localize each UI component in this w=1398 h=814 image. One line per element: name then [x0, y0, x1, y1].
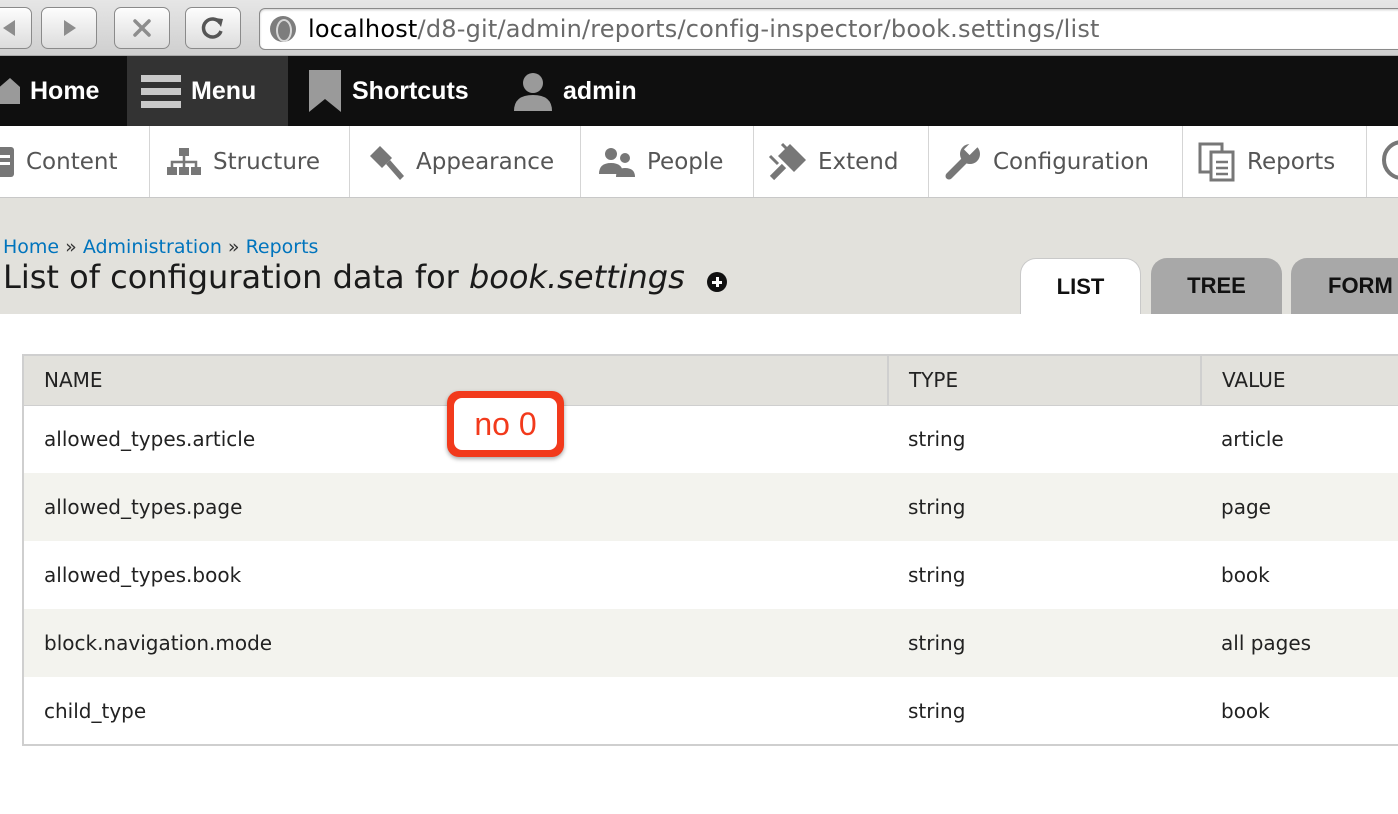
- tray-item-people[interactable]: People: [581, 126, 754, 197]
- home-icon: [0, 78, 20, 104]
- toolbar-shortcuts-label: Shortcuts: [352, 76, 469, 105]
- reports-icon: [1198, 142, 1235, 181]
- page-title: List of configuration data for book.sett…: [3, 258, 685, 296]
- table-row: allowed_types.article string article: [23, 405, 1398, 473]
- cell-value: page: [1201, 473, 1398, 541]
- help-icon[interactable]: [1382, 140, 1398, 180]
- paintbrush-icon: [370, 145, 404, 180]
- cell-name: allowed_types.page: [23, 473, 888, 541]
- cell-type: string: [908, 427, 966, 452]
- tray-item-structure[interactable]: Structure: [150, 126, 350, 197]
- hamburger-icon: [141, 75, 181, 108]
- stop-button[interactable]: [114, 7, 170, 49]
- cell-value: article: [1221, 427, 1284, 452]
- annotation-text: no 0: [454, 398, 557, 450]
- page-title-prefix: List of configuration data for: [3, 258, 469, 296]
- tray-item-extend[interactable]: Extend: [754, 126, 929, 197]
- url-text: localhost/d8-git/admin/reports/config-in…: [308, 15, 1100, 43]
- reload-icon: [201, 17, 223, 39]
- tray-item-label: People: [647, 148, 724, 175]
- cell-name: block.navigation.mode: [23, 609, 888, 677]
- table-row: child_type string book: [23, 677, 1398, 745]
- cell-name: allowed_types.book: [44, 563, 242, 587]
- url-host: localhost: [308, 15, 418, 43]
- tray-item-content[interactable]: Content: [0, 126, 150, 197]
- tab-label: LIST: [1056, 273, 1105, 299]
- cell-value: book: [1221, 698, 1270, 723]
- tab-list[interactable]: LIST: [1020, 258, 1141, 314]
- tray-item-configuration[interactable]: Configuration: [929, 126, 1183, 197]
- breadcrumb: Home » Administration » Reports: [3, 236, 318, 258]
- breadcrumb-reports[interactable]: Reports: [246, 236, 319, 258]
- table-row: allowed_types.book string book: [23, 541, 1398, 609]
- toolbar-home[interactable]: Home: [0, 56, 120, 126]
- cell-type: string: [908, 698, 966, 723]
- table-header-row: NAME TYPE VALUE: [23, 355, 1398, 406]
- tab-label: FORM: [1328, 273, 1393, 298]
- address-bar[interactable]: localhost/d8-git/admin/reports/config-in…: [259, 8, 1398, 50]
- bookmark-icon: [309, 70, 341, 112]
- breadcrumb-separator: »: [65, 236, 77, 258]
- admin-toolbar: Home Menu Shortcuts admin: [0, 56, 1398, 126]
- people-icon: [599, 147, 635, 177]
- toolbar-shortcuts[interactable]: Shortcuts: [302, 56, 492, 126]
- table-row: block.navigation.mode string all pages: [23, 609, 1398, 677]
- admin-menu-tray: Content Structure Appearance People Exte…: [0, 126, 1398, 198]
- cell-value: book: [1221, 563, 1270, 587]
- cell-type: string: [888, 609, 1201, 677]
- tray-item-appearance[interactable]: Appearance: [350, 126, 581, 197]
- back-button[interactable]: [0, 7, 32, 49]
- tray-item-label: Configuration: [993, 148, 1149, 175]
- tray-item-reports[interactable]: Reports: [1183, 126, 1367, 197]
- tray-item-label: Extend: [818, 148, 899, 175]
- user-icon: [514, 73, 552, 111]
- cell-name: child_type: [44, 698, 147, 723]
- tab-form[interactable]: FORM: [1291, 258, 1398, 314]
- breadcrumb-administration[interactable]: Administration: [83, 236, 222, 258]
- document-icon: [0, 146, 14, 177]
- column-header-value[interactable]: VALUE: [1201, 355, 1398, 406]
- tray-item-label: Content: [26, 148, 118, 175]
- column-header-type[interactable]: TYPE: [888, 355, 1202, 406]
- cell-value: all pages: [1201, 609, 1398, 677]
- tab-label: TREE: [1187, 273, 1246, 298]
- toolbar-home-label: Home: [30, 76, 100, 105]
- forward-arrow-icon: [64, 20, 76, 36]
- config-table: NAME TYPE VALUE allowed_types.article st…: [22, 354, 1398, 746]
- cell-type: string: [888, 473, 1201, 541]
- page-title-config-name: book.settings: [468, 258, 685, 296]
- tray-item-label: Structure: [213, 148, 320, 175]
- globe-icon: [270, 16, 296, 42]
- cell-type: string: [908, 563, 966, 587]
- forward-button[interactable]: [41, 7, 97, 49]
- breadcrumb-separator: »: [227, 236, 240, 258]
- toolbar-user[interactable]: admin: [509, 56, 659, 126]
- tab-tree[interactable]: TREE: [1151, 258, 1282, 314]
- url-path: /d8-git/admin/reports/config-inspector/b…: [417, 15, 1100, 43]
- tray-item-label: Reports: [1247, 148, 1336, 175]
- sitemap-icon: [167, 147, 201, 175]
- toolbar-menu-label: Menu: [191, 76, 257, 105]
- annotation-callout: no 0: [447, 391, 564, 457]
- toolbar-menu[interactable]: Menu: [127, 56, 288, 126]
- reload-button[interactable]: [185, 7, 241, 49]
- plug-icon: [768, 142, 806, 180]
- tray-item-label: Appearance: [416, 148, 555, 175]
- add-shortcut-icon[interactable]: [707, 272, 727, 292]
- table-row: allowed_types.page string page: [23, 473, 1398, 541]
- wrench-icon: [945, 141, 980, 179]
- back-arrow-icon: [3, 20, 15, 36]
- toolbar-user-label: admin: [563, 76, 637, 105]
- breadcrumb-home[interactable]: Home: [3, 236, 59, 258]
- browser-toolbar: localhost/d8-git/admin/reports/config-in…: [0, 0, 1398, 56]
- close-icon: [133, 19, 151, 37]
